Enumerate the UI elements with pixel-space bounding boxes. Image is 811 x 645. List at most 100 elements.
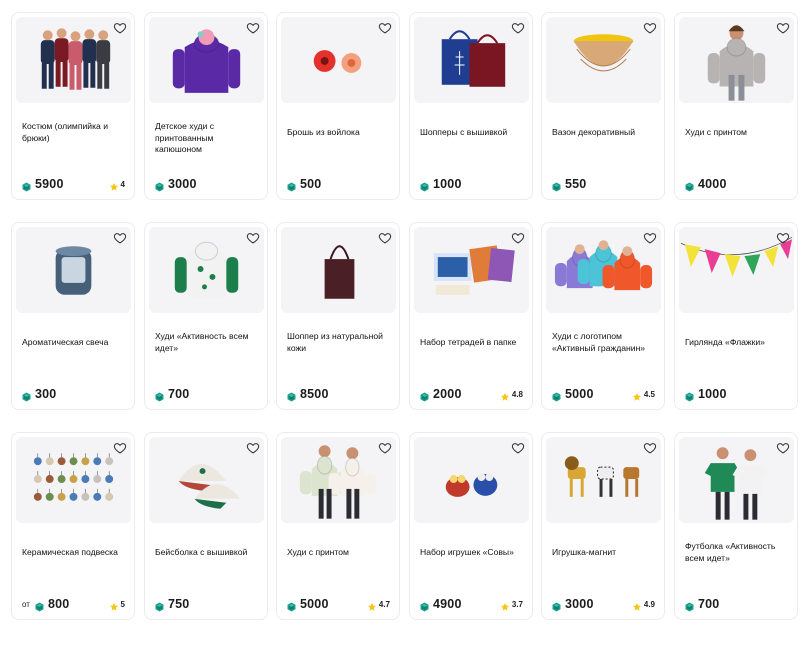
product-title[interactable]: Футболка «Активность всем идет» [685,541,789,577]
product-title[interactable]: Детское худи с принтованным капюшоном [155,121,259,157]
product-card[interactable]: Детское худи с принтованным капюшоном 30… [144,12,268,200]
price-value: 4900 [433,597,462,611]
rating-value: 4 [120,179,125,189]
star-icon [109,599,119,611]
product-title[interactable]: Костюм (олимпийка и брюки) [22,121,126,157]
product-title[interactable]: Бейсболка с вышивкой [155,547,259,583]
product-card[interactable]: Брошь из войлока 500 [276,12,400,200]
coin-icon [22,389,31,402]
price-value: 500 [300,177,322,191]
product-title[interactable]: Шопперы с вышивкой [420,127,524,163]
product-price: 4900 [420,597,462,612]
favorite-heart-icon[interactable] [511,231,525,245]
product-title[interactable]: Вазон декоративный [552,127,656,163]
product-title[interactable]: Брошь из войлока [287,127,391,163]
price-value: 8500 [300,387,329,401]
rating-value: 4.5 [643,389,655,399]
product-price: 300 [22,387,56,402]
favorite-heart-icon[interactable] [776,441,790,455]
price-value: 800 [47,597,70,611]
product-title[interactable]: Худи с логотипом «Активный гражданин» [552,331,656,367]
product-price: от 800 [22,597,70,612]
coin-icon [685,599,694,612]
product-title[interactable]: Набор игрушек «Совы» [420,547,524,583]
price-value: 700 [168,387,190,401]
price-value: 1000 [433,177,462,191]
coin-icon [287,599,296,612]
favorite-heart-icon[interactable] [643,441,657,455]
favorite-heart-icon[interactable] [113,21,127,35]
product-card[interactable]: Худи с логотипом «Активный гражданин» 50… [541,222,665,410]
star-icon [500,389,510,401]
product-title[interactable]: Керамическая подвеска [22,547,126,583]
product-price: 700 [155,387,190,402]
price-value: 3000 [565,597,594,611]
coin-icon [287,179,296,192]
product-card[interactable]: Худи «Активность всем идет» 700 [144,222,268,410]
coin-icon [155,179,164,192]
price-value: 5900 [35,177,64,191]
price-value: 5000 [565,387,594,401]
rating-value: 4.8 [511,389,523,399]
product-price: 8500 [287,387,329,402]
star-icon [632,389,642,401]
product-rating: 4.5 [632,389,655,401]
product-card[interactable]: Вазон декоративный 550 [541,12,665,200]
favorite-heart-icon[interactable] [776,21,790,35]
product-card[interactable]: Худи с принтом 4000 [674,12,798,200]
favorite-heart-icon[interactable] [378,231,392,245]
coin-icon [287,389,296,402]
favorite-heart-icon[interactable] [246,21,260,35]
favorite-heart-icon[interactable] [246,441,260,455]
product-title[interactable]: Игрушка-магнит [552,547,656,583]
product-card[interactable]: Гирлянда «Флажки» 1000 [674,222,798,410]
price-value: 5000 [300,597,329,611]
price-value: 2000 [433,387,462,401]
favorite-heart-icon[interactable] [378,441,392,455]
product-price: 1000 [420,177,462,192]
favorite-heart-icon[interactable] [378,21,392,35]
star-icon [109,179,119,191]
product-card[interactable]: Костюм (олимпийка и брюки) 5900 4 [11,12,135,200]
product-card[interactable]: Ароматическая свеча 300 [11,222,135,410]
favorite-heart-icon[interactable] [113,231,127,245]
product-card[interactable]: Набор тетрадей в папке 2000 4.8 [409,222,533,410]
favorite-heart-icon[interactable] [643,231,657,245]
favorite-heart-icon[interactable] [113,441,127,455]
price-value: 700 [698,597,720,611]
product-card[interactable]: Бейсболка с вышивкой 750 [144,432,268,620]
product-card[interactable]: Керамическая подвеска от 800 5 [11,432,135,620]
product-title[interactable]: Худи с принтом [287,547,391,583]
product-card[interactable]: Игрушка-магнит 3000 4.9 [541,432,665,620]
favorite-heart-icon[interactable] [643,21,657,35]
product-card[interactable]: Шоппер из натуральной кожи 8500 [276,222,400,410]
product-title[interactable]: Гирлянда «Флажки» [685,337,789,373]
favorite-heart-icon[interactable] [511,21,525,35]
product-price: 3000 [552,597,594,612]
product-title[interactable]: Худи «Активность всем идет» [155,331,259,367]
coin-icon [155,389,164,402]
product-title[interactable]: Худи с принтом [685,127,789,163]
product-price: 1000 [685,387,727,402]
coin-icon [420,179,429,192]
rating-value: 3.7 [511,599,523,609]
product-title[interactable]: Ароматическая свеча [22,337,126,373]
favorite-heart-icon[interactable] [246,231,260,245]
coin-icon [155,599,164,612]
product-rating: 4.8 [500,389,523,401]
product-card[interactable]: Шопперы с вышивкой 1000 [409,12,533,200]
favorite-heart-icon[interactable] [776,231,790,245]
product-title[interactable]: Набор тетрадей в папке [420,337,524,373]
product-card[interactable]: Худи с принтом 5000 4.7 [276,432,400,620]
product-card[interactable]: Футболка «Активность всем идет» 700 [674,432,798,620]
price-from-label: от [22,599,30,609]
rating-value: 4.7 [378,599,390,609]
product-title[interactable]: Шоппер из натуральной кожи [287,331,391,367]
coin-icon [420,599,429,612]
product-card[interactable]: Набор игрушек «Совы» 4900 3.7 [409,432,533,620]
product-price: 5900 [22,177,64,192]
rating-value: 5 [120,599,125,609]
coin-icon [552,599,561,612]
favorite-heart-icon[interactable] [511,441,525,455]
star-icon [367,599,377,611]
